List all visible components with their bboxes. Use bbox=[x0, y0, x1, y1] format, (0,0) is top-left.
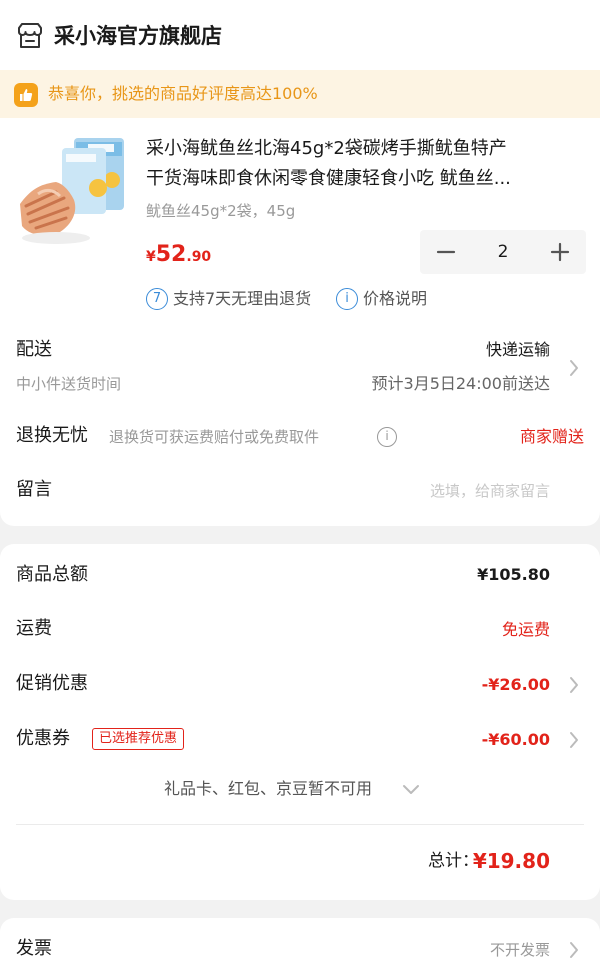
thumbs-up-icon bbox=[14, 83, 38, 107]
shipping-label: 运费 bbox=[16, 618, 52, 639]
coupon-chevron-right-icon[interactable] bbox=[568, 730, 580, 750]
price-decimal: .90 bbox=[186, 249, 212, 265]
delivery-eta[interactable]: 预计3月5日24:00前送达 bbox=[372, 371, 550, 397]
goods-total-label: 商品总额 bbox=[16, 564, 88, 585]
delivery-sub-label: 中小件送货时间 bbox=[16, 375, 122, 393]
increase-button[interactable] bbox=[538, 230, 582, 274]
delivery-chevron-right-icon[interactable] bbox=[568, 358, 580, 378]
product-title-line-1: 采小海鱿鱼丝北海45g*2袋碳烤手撕鱿鱼特产 bbox=[146, 138, 507, 159]
product-spec: 鱿鱼丝45g*2袋，45g bbox=[146, 202, 296, 220]
total-label: 总计： bbox=[428, 851, 479, 871]
product-title[interactable]: 采小海鱿鱼丝北海45g*2袋碳烤手撕鱿鱼特产 干货海味即食休闲零食健康轻食小吃 … bbox=[146, 134, 576, 194]
fee-divider bbox=[16, 824, 584, 825]
promotion-label: 促销优惠 bbox=[16, 673, 88, 694]
delivery-label: 配送 bbox=[16, 339, 52, 360]
promotion-value[interactable]: -¥26.00 bbox=[482, 672, 550, 698]
total-value: ¥19.80 bbox=[472, 849, 550, 873]
seven-day-return-text[interactable]: 支持7天无理由退货 bbox=[173, 286, 311, 312]
delivery-method[interactable]: 快递运输 bbox=[486, 337, 550, 363]
invoice-chevron-right-icon[interactable] bbox=[568, 940, 580, 960]
note-input[interactable]: 选填，给商家留言 bbox=[430, 478, 550, 504]
decrease-button[interactable] bbox=[424, 230, 468, 274]
goods-total-value: ¥105.80 bbox=[477, 565, 550, 584]
coupon-label: 优惠券 bbox=[16, 728, 70, 749]
store-icon bbox=[16, 22, 44, 50]
return-worry-free-value[interactable]: 商家赠送 bbox=[520, 424, 584, 450]
product-price: ¥52.90 bbox=[146, 238, 211, 274]
price-explanation-link[interactable]: 价格说明 bbox=[363, 286, 427, 312]
product-image[interactable] bbox=[16, 134, 132, 250]
invoice-label: 发票 bbox=[16, 938, 52, 959]
info-icon[interactable]: i bbox=[377, 427, 397, 447]
price-currency: ¥ bbox=[146, 249, 156, 265]
price-integer: 52 bbox=[155, 242, 187, 267]
coupon-value[interactable]: -¥60.00 bbox=[482, 727, 550, 753]
return-worry-free-desc: 退换货可获运费赔付或免费取件 bbox=[109, 428, 320, 446]
product-title-line-2: 干货海味即食休闲零食健康轻食小吃 鱿鱼丝... bbox=[146, 168, 511, 189]
seven-day-return-icon: 7 bbox=[146, 288, 168, 310]
minus-icon bbox=[436, 250, 456, 254]
return-worry-free-label: 退换无忧 bbox=[16, 425, 88, 446]
info-icon: i bbox=[336, 288, 358, 310]
plus-icon bbox=[550, 242, 570, 262]
quantity-value[interactable]: 2 bbox=[464, 230, 542, 274]
promotion-chevron-right-icon[interactable] bbox=[568, 675, 580, 695]
shipping-value: 免运费 bbox=[501, 620, 550, 639]
unavailable-payment-text[interactable]: 礼品卡、红包、京豆暂不可用 bbox=[164, 776, 372, 802]
coupon-recommended-tag: 已选推荐优惠 bbox=[92, 728, 185, 750]
quantity-stepper: 2 bbox=[420, 230, 586, 274]
praise-banner-text: 恭喜你，挑选的商品好评度高达100% bbox=[48, 84, 318, 103]
chevron-down-icon[interactable] bbox=[402, 782, 420, 801]
store-name[interactable]: 采小海官方旗舰店 bbox=[54, 20, 222, 52]
invoice-value[interactable]: 不开发票 bbox=[490, 937, 550, 963]
note-label: 留言 bbox=[16, 479, 52, 500]
